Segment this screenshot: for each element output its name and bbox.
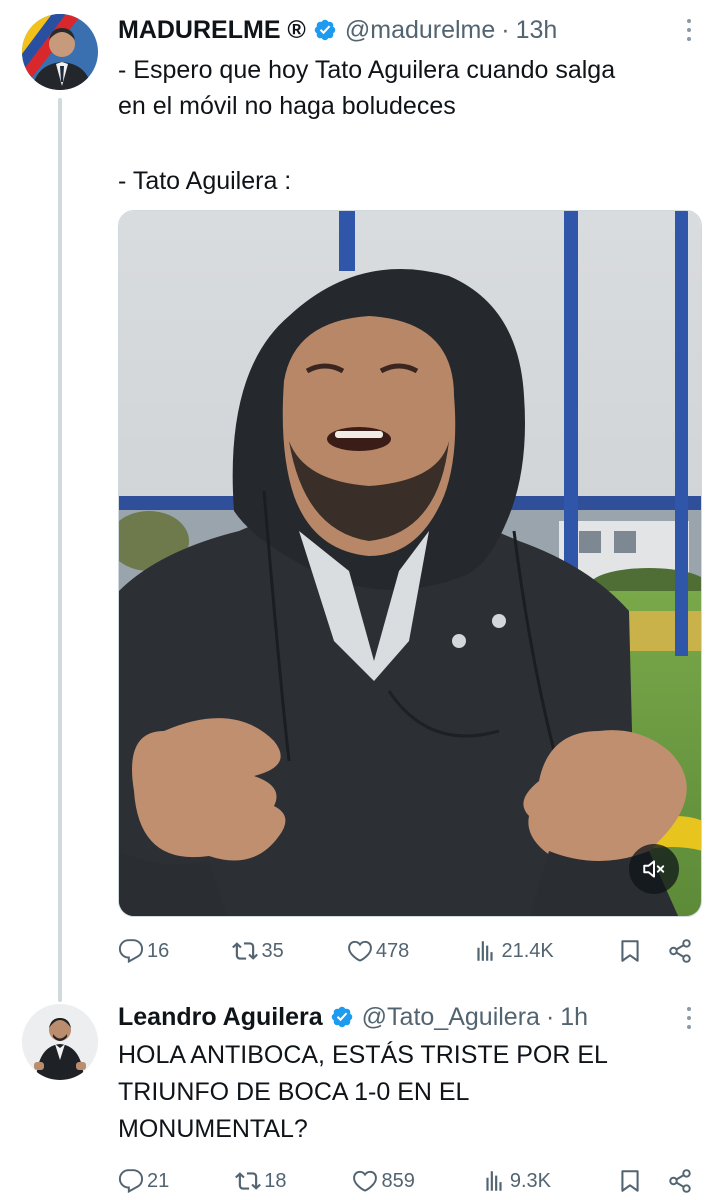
views-button[interactable]: 21.4K [472,938,554,964]
repost-icon [235,1172,262,1190]
heart-icon [347,940,372,962]
video-frame [119,211,701,916]
share-icon[interactable] [667,938,693,964]
views-chart-icon [486,1171,502,1191]
repost-count: 18 [264,1169,287,1192]
tweet-video[interactable] [118,210,702,917]
author-name[interactable]: MADURELME ® [118,16,306,45]
repost-button[interactable]: 35 [232,938,284,964]
reply-count: 16 [147,939,170,962]
reply-button[interactable]: 21 [118,1168,169,1194]
tweet-text-line: TRIUNFO DE BOCA 1-0 EN EL [118,1078,470,1106]
author-name[interactable]: Leandro Aguilera [118,1003,323,1032]
tweet-actions: 16 35 478 21.4K [118,934,693,968]
tweet-madurelme[interactable]: MADURELME ® @madurelme · 13h - Espero qu… [0,0,724,990]
author-handle[interactable]: @Tato_Aguilera [362,1003,540,1032]
bookmark-share-group [617,1168,693,1194]
views-button[interactable]: 9.3K [481,1168,551,1194]
tweet-text-line: - Espero que hoy Tato Aguilera cuando sa… [118,56,616,84]
verified-badge-icon [331,1006,352,1028]
tweet-text-line: HOLA ANTIBOCA, ESTÁS TRISTE POR EL [118,1041,608,1069]
more-options-icon[interactable] [684,15,694,45]
tweet-text-line: MONUMENTAL? [118,1115,308,1143]
views-count: 21.4K [501,939,554,962]
bookmark-icon[interactable] [617,938,643,964]
tweet-text-line: - Tato Aguilera : [118,167,292,195]
avatar[interactable] [22,1004,98,1080]
repost-button[interactable]: 18 [235,1168,286,1194]
reply-icon [118,939,144,964]
like-button[interactable]: 478 [347,938,409,964]
separator-dot: · [545,1002,555,1031]
like-count: 859 [381,1169,415,1192]
like-count: 478 [375,939,410,962]
heart-icon [353,1170,378,1192]
views-count: 9.3K [509,1169,551,1192]
tweet-header: MADURELME ® @madurelme · 13h [118,12,557,48]
like-button[interactable]: 859 [352,1168,415,1194]
tweet-leandro-aguilera[interactable]: Leandro Aguilera @Tato_Aguilera · 1h HOL… [0,990,724,1200]
share-icon[interactable] [667,1168,693,1194]
reply-icon [118,1169,144,1194]
timestamp[interactable]: 13h [516,16,558,45]
bookmark-icon[interactable] [617,1168,643,1194]
repost-icon [232,942,259,960]
separator-dot: · [501,15,510,44]
verified-badge-icon [314,19,336,41]
muted-speaker-icon [643,860,665,878]
timestamp[interactable]: 1h [560,1003,588,1032]
tweet-text-line: en el móvil no haga boludeces [118,92,456,120]
tweet-actions: 21 18 859 9.3K [118,1164,693,1198]
avatar[interactable] [22,14,98,90]
reply-button[interactable]: 16 [118,938,169,964]
reply-count: 21 [147,1169,170,1192]
more-options-icon[interactable] [684,1003,694,1033]
tweet-header: Leandro Aguilera @Tato_Aguilera · 1h [118,999,588,1035]
repost-count: 35 [261,939,284,962]
views-chart-icon [477,941,494,961]
bookmark-share-group [617,938,693,964]
mute-toggle-button[interactable] [629,844,679,894]
author-handle[interactable]: @madurelme [345,16,495,45]
